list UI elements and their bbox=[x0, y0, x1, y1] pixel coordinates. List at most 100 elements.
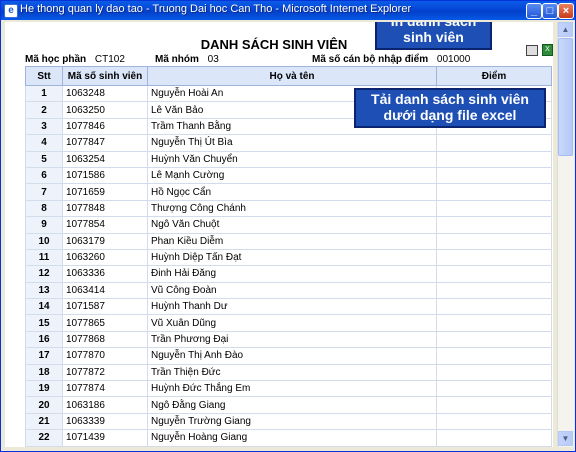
printer-icon[interactable] bbox=[526, 45, 538, 56]
row-student-name: Đinh Hải Đăng bbox=[147, 265, 437, 283]
row-student-name: Nguyễn Trường Giang bbox=[147, 412, 437, 431]
row-score bbox=[436, 396, 552, 414]
row-stt: 6 bbox=[25, 166, 63, 185]
group-info: Mã nhóm 03 bbox=[155, 54, 219, 65]
excel-icon[interactable]: X bbox=[542, 44, 553, 56]
excel-callout-text: Tải danh sách sinh viên dưới dạng file e… bbox=[371, 91, 529, 123]
row-stt: 11 bbox=[25, 248, 63, 267]
page-content: DANH SÁCH SINH VIÊN Mã học phần CT102 Mã… bbox=[5, 22, 553, 447]
row-stt: 22 bbox=[25, 429, 63, 447]
staff-info: Mã số cán bộ nhập điểm 001000 bbox=[312, 54, 470, 65]
row-stt: 9 bbox=[25, 216, 63, 234]
table-row: 21 1063339 Nguyễn Trường Giang bbox=[25, 412, 552, 431]
row-stt: 21 bbox=[25, 412, 63, 431]
group-value: 03 bbox=[207, 54, 219, 65]
minimize-button[interactable]: _ bbox=[526, 3, 542, 19]
row-student-name: Ngô Văn Chuột bbox=[147, 216, 437, 234]
row-score bbox=[436, 298, 552, 316]
ie-icon: e bbox=[4, 4, 18, 18]
staff-value: 001000 bbox=[436, 54, 471, 65]
row-stt: 20 bbox=[25, 396, 63, 414]
row-student-id: 1077846 bbox=[62, 117, 148, 136]
row-student-id: 1063254 bbox=[62, 150, 148, 168]
row-student-id: 1071586 bbox=[62, 166, 148, 185]
row-score bbox=[436, 330, 552, 349]
table-row: 22 1071439 Nguyễn Hoàng Giang bbox=[25, 429, 552, 447]
row-student-id: 1077854 bbox=[62, 216, 148, 234]
print-callout: In danh sách sinh viên bbox=[375, 22, 492, 50]
excel-callout: Tải danh sách sinh viên dưới dạng file e… bbox=[354, 88, 546, 128]
row-student-id: 1077870 bbox=[62, 347, 148, 365]
row-stt: 10 bbox=[25, 232, 63, 250]
row-student-name: Huỳnh Diệp Tấn Đạt bbox=[147, 248, 437, 267]
row-score bbox=[436, 232, 552, 250]
row-stt: 8 bbox=[25, 199, 63, 218]
row-score bbox=[436, 380, 552, 398]
table-row: 20 1063186 Ngô Đằng Giang bbox=[25, 396, 552, 414]
column-header-name: Họ và tên bbox=[147, 66, 437, 86]
row-student-id: 1063179 bbox=[62, 232, 148, 250]
row-student-name: Vũ Công Đoàn bbox=[147, 281, 437, 300]
scroll-down-button[interactable]: ▼ bbox=[558, 431, 573, 446]
row-student-id: 1077847 bbox=[62, 134, 148, 152]
print-callout-text: In danh sách sinh viên bbox=[391, 22, 477, 45]
row-student-name: Huỳnh Văn Chuyển bbox=[147, 150, 437, 168]
row-student-id: 1077874 bbox=[62, 380, 148, 398]
row-student-id: 1071659 bbox=[62, 183, 148, 201]
row-student-id: 1077868 bbox=[62, 330, 148, 349]
course-info: Mã học phần CT102 bbox=[25, 54, 125, 65]
row-student-name: Thượng Công Chánh bbox=[147, 199, 437, 218]
row-score bbox=[436, 347, 552, 365]
table-row: 5 1063254 Huỳnh Văn Chuyển bbox=[25, 150, 552, 168]
maximize-button[interactable]: □ bbox=[542, 3, 558, 19]
row-score bbox=[436, 314, 552, 332]
table-row: 16 1077868 Trần Phương Đại bbox=[25, 330, 552, 349]
row-student-name: Vũ Xuân Dũng bbox=[147, 314, 437, 332]
column-header-score: Điểm bbox=[436, 66, 552, 86]
row-student-name: Nguyễn Thị Anh Đào bbox=[147, 347, 437, 365]
row-score bbox=[436, 429, 552, 447]
scroll-up-button[interactable]: ▲ bbox=[558, 22, 573, 37]
course-value: CT102 bbox=[94, 54, 125, 65]
row-stt: 2 bbox=[25, 101, 63, 119]
row-stt: 19 bbox=[25, 380, 63, 398]
row-student-name: Lê Mạnh Cường bbox=[147, 166, 437, 185]
table-row: 11 1063260 Huỳnh Diệp Tấn Đạt bbox=[25, 248, 552, 267]
row-student-id: 1063186 bbox=[62, 396, 148, 414]
course-label: Mã học phần bbox=[25, 54, 87, 65]
close-button[interactable]: × bbox=[558, 3, 574, 19]
row-student-id: 1071587 bbox=[62, 298, 148, 316]
table-header-row: Stt Mã số sinh viên Họ và tên Điểm bbox=[25, 66, 552, 86]
row-stt: 17 bbox=[25, 347, 63, 365]
group-label: Mã nhóm bbox=[155, 54, 199, 65]
row-stt: 3 bbox=[25, 117, 63, 136]
row-stt: 12 bbox=[25, 265, 63, 283]
row-stt: 13 bbox=[25, 281, 63, 300]
table-row: 6 1071586 Lê Mạnh Cường bbox=[25, 166, 552, 185]
row-stt: 18 bbox=[25, 363, 63, 382]
row-score bbox=[436, 183, 552, 201]
row-student-name: Nguyễn Thị Út Bìa bbox=[147, 134, 437, 152]
row-student-id: 1071439 bbox=[62, 429, 148, 447]
row-student-id: 1077848 bbox=[62, 199, 148, 218]
row-score bbox=[436, 363, 552, 382]
table-row: 4 1077847 Nguyễn Thị Út Bìa bbox=[25, 134, 552, 152]
table-row: 15 1077865 Vũ Xuân Dũng bbox=[25, 314, 552, 332]
row-student-name: Trần Phương Đại bbox=[147, 330, 437, 349]
row-student-id: 1063414 bbox=[62, 281, 148, 300]
row-student-id: 1063336 bbox=[62, 265, 148, 283]
table-row: 14 1071587 Huỳnh Thanh Dư bbox=[25, 298, 552, 316]
row-student-id: 1077872 bbox=[62, 363, 148, 382]
table-row: 13 1063414 Vũ Công Đoàn bbox=[25, 281, 552, 300]
row-student-name: Nguyễn Hoàng Giang bbox=[147, 429, 437, 447]
row-student-id: 1063260 bbox=[62, 248, 148, 267]
title-bar[interactable]: e He thong quan ly dao tao - Truong Dai … bbox=[1, 1, 575, 20]
row-score bbox=[436, 248, 552, 267]
row-score bbox=[436, 166, 552, 185]
row-stt: 15 bbox=[25, 314, 63, 332]
table-row: 9 1077854 Ngô Văn Chuột bbox=[25, 216, 552, 234]
vertical-scrollbar[interactable]: ▲ ▼ bbox=[557, 22, 574, 447]
scroll-thumb[interactable] bbox=[558, 38, 573, 156]
row-score bbox=[436, 281, 552, 300]
row-student-name: Hồ Ngọc Cẩn bbox=[147, 183, 437, 201]
